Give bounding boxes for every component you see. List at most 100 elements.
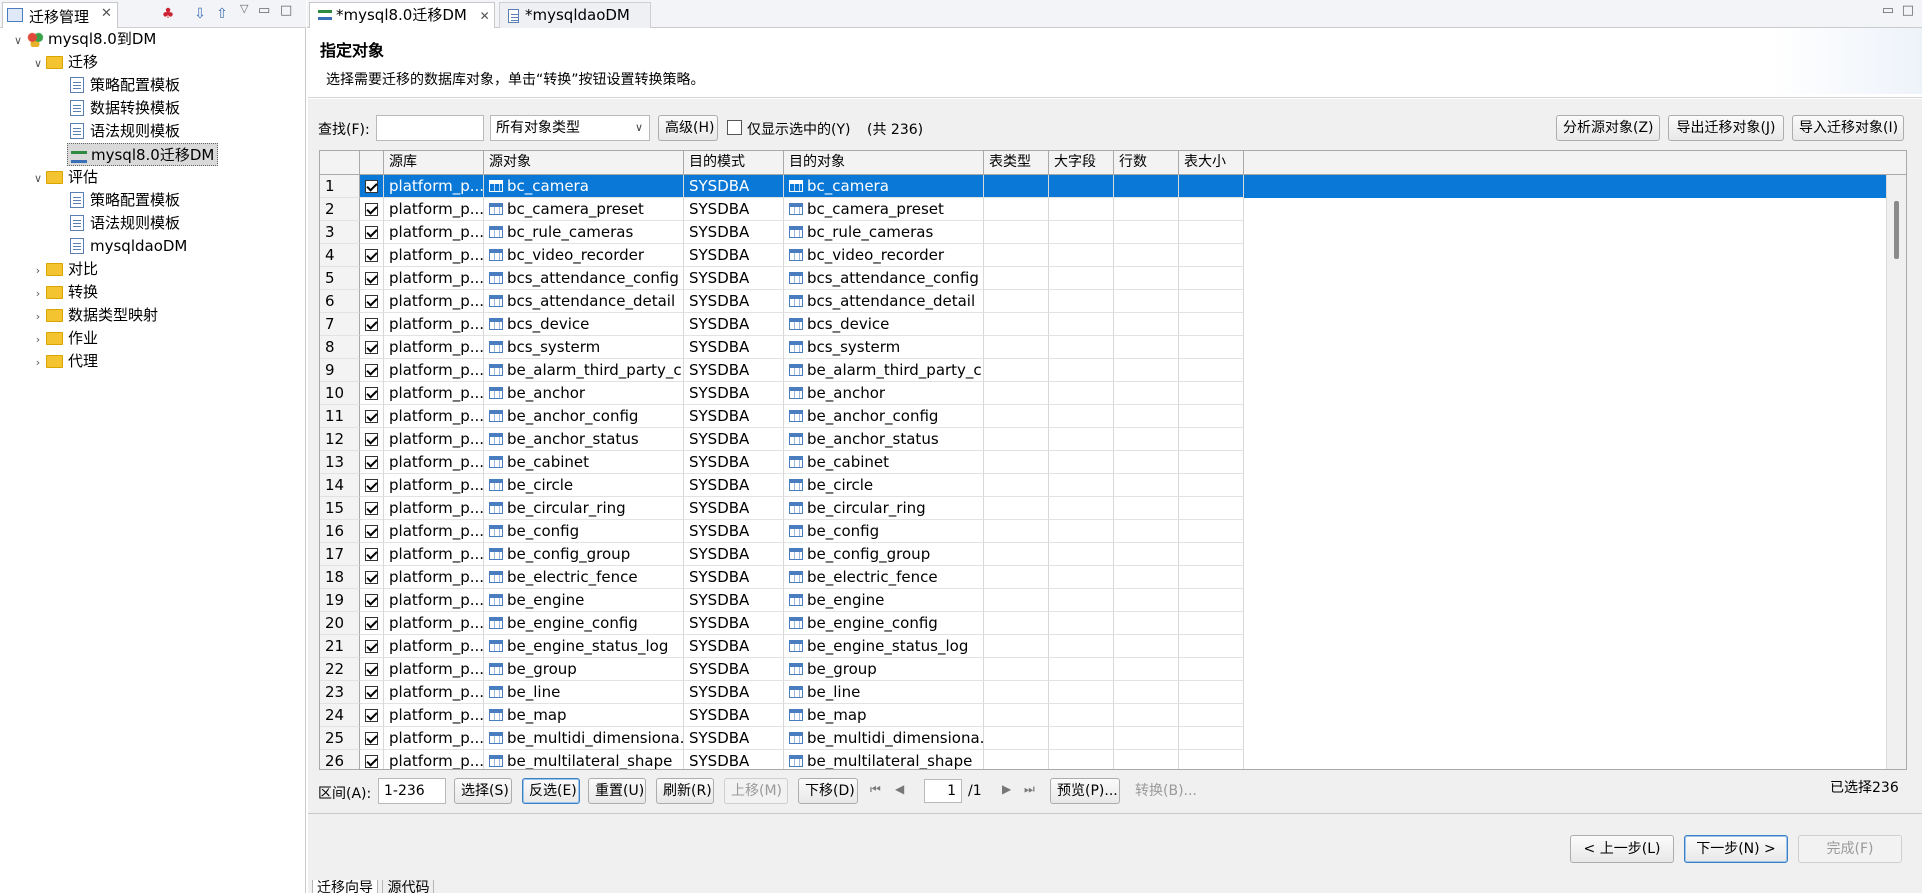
table-row[interactable]: 3 platform_p... bc_rule_cameras SYSDBA bc_ru… <box>320 221 1886 244</box>
checkbox-checked-icon[interactable] <box>365 295 378 308</box>
checkbox-checked-icon[interactable] <box>365 709 378 722</box>
close-icon[interactable]: ✕ <box>480 9 490 23</box>
row-checkbox[interactable] <box>360 658 384 681</box>
checkbox-checked-icon[interactable] <box>365 571 378 584</box>
table-row[interactable]: 26 platform_p... be_multilateral_shape SYSD… <box>320 750 1886 769</box>
row-checkbox[interactable] <box>360 428 384 451</box>
view-menu-icon[interactable]: ▽ <box>240 2 248 15</box>
previous-step-button[interactable]: < 上一步(L) <box>1570 835 1674 863</box>
row-checkbox[interactable] <box>360 681 384 704</box>
checkbox-checked-icon[interactable] <box>365 456 378 469</box>
import-icon[interactable]: ⇩ <box>190 4 210 24</box>
tree-group-agent[interactable]: › 代理 <box>30 350 98 373</box>
table-row[interactable]: 6 platform_p... bcs_attendance_detail SYSDB… <box>320 290 1886 313</box>
tab-migration-wizard[interactable]: 迁移向导 <box>312 880 378 893</box>
checkbox-checked-icon[interactable] <box>365 341 378 354</box>
row-checkbox[interactable] <box>360 175 384 198</box>
checkbox-checked-icon[interactable] <box>365 249 378 262</box>
minimize-icon[interactable]: ▭ <box>1882 3 1894 18</box>
advanced-button[interactable]: 高级(H) <box>658 115 718 141</box>
table-row[interactable]: 9 platform_p... be_alarm_third_party_c... S… <box>320 359 1886 382</box>
column-header-table-size[interactable]: 表大小 <box>1179 151 1244 175</box>
table-row[interactable]: 7 platform_p... bcs_device SYSDBA bcs_device <box>320 313 1886 336</box>
move-up-button[interactable]: 上移(M) <box>724 778 788 804</box>
chevron-right-icon[interactable]: › <box>30 259 46 282</box>
vertical-scrollbar[interactable] <box>1886 175 1906 769</box>
checkbox-checked-icon[interactable] <box>365 686 378 699</box>
tab-source-code[interactable]: 源代码 <box>382 880 435 893</box>
row-checkbox[interactable] <box>360 612 384 635</box>
connect-icon[interactable]: ♣ <box>158 4 178 24</box>
find-input[interactable] <box>376 115 484 141</box>
row-checkbox[interactable] <box>360 543 384 566</box>
checkbox-checked-icon[interactable] <box>365 594 378 607</box>
row-checkbox[interactable] <box>360 589 384 612</box>
tree-root[interactable]: ∨ mysql8.0到DM <box>10 28 156 51</box>
finish-button[interactable]: 完成(F) <box>1798 835 1902 863</box>
row-checkbox[interactable] <box>360 313 384 336</box>
table-row[interactable]: 19 platform_p... be_engine SYSDBA be_engine <box>320 589 1886 612</box>
table-row[interactable]: 24 platform_p... be_map SYSDBA be_map <box>320 704 1886 727</box>
row-checkbox[interactable] <box>360 727 384 750</box>
export-icon[interactable]: ⇧ <box>212 4 232 24</box>
checkbox-checked-icon[interactable] <box>365 755 378 768</box>
row-checkbox[interactable] <box>360 635 384 658</box>
tab-migration-management[interactable]: 迁移管理 ✕ <box>2 2 118 28</box>
tree-group-convert[interactable]: › 转换 <box>30 281 98 304</box>
checkbox-checked-icon[interactable] <box>365 226 378 239</box>
row-checkbox[interactable] <box>360 566 384 589</box>
row-checkbox[interactable] <box>360 198 384 221</box>
close-icon[interactable]: ✕ <box>101 6 112 21</box>
row-checkbox[interactable] <box>360 497 384 520</box>
row-checkbox[interactable] <box>360 290 384 313</box>
table-row[interactable]: 1 platform_p... bc_camera SYSDBA bc_camera <box>320 175 1886 198</box>
export-objects-button[interactable]: 导出迁移对象(J) <box>1668 115 1784 141</box>
only-selected-checkbox[interactable] <box>727 120 742 135</box>
column-header-target-schema[interactable]: 目的模式 <box>684 151 784 175</box>
move-down-button[interactable]: 下移(D) <box>798 778 858 804</box>
scrollbar-thumb[interactable] <box>1894 201 1899 259</box>
table-row[interactable]: 11 platform_p... be_anchor_config SYSDBA be_… <box>320 405 1886 428</box>
tree-item-mysql-migration[interactable]: mysql8.0迁移DM <box>67 143 219 166</box>
checkbox-checked-icon[interactable] <box>365 180 378 193</box>
table-row[interactable]: 10 platform_p... be_anchor SYSDBA be_anchor <box>320 382 1886 405</box>
table-row[interactable]: 22 platform_p... be_group SYSDBA be_group <box>320 658 1886 681</box>
chevron-down-icon[interactable]: ∨ <box>10 29 26 52</box>
maximize-icon[interactable]: □ <box>280 3 292 18</box>
checkbox-checked-icon[interactable] <box>365 410 378 423</box>
first-page-icon[interactable]: ⏮ <box>870 782 881 797</box>
object-type-select[interactable]: 所有对象类型 ∨ <box>490 115 650 141</box>
tab-mysqldaodm[interactable]: *mysqldaoDM <box>499 2 651 28</box>
column-header-source-object[interactable]: 源对象 <box>484 151 684 175</box>
refresh-button[interactable]: 刷新(R) <box>656 778 714 804</box>
table-row[interactable]: 21 platform_p... be_engine_status_log SYSDB… <box>320 635 1886 658</box>
row-checkbox[interactable] <box>360 704 384 727</box>
import-objects-button[interactable]: 导入迁移对象(I) <box>1792 115 1904 141</box>
checkbox-checked-icon[interactable] <box>365 203 378 216</box>
table-row[interactable]: 18 platform_p... be_electric_fence SYSDBA be… <box>320 566 1886 589</box>
tree-item-syntax-template[interactable]: 语法规则模板 <box>70 120 180 143</box>
row-checkbox[interactable] <box>360 382 384 405</box>
minimize-icon[interactable]: ▭ <box>258 3 270 18</box>
tab-mysql-migration[interactable]: *mysql8.0迁移DM ✕ <box>309 2 495 28</box>
reset-button[interactable]: 重置(U) <box>588 778 646 804</box>
checkbox-checked-icon[interactable] <box>365 502 378 515</box>
tree-group-type-mapping[interactable]: › 数据类型映射 <box>30 304 158 327</box>
table-row[interactable]: 4 platform_p... bc_video_recorder SYSDBA bc_… <box>320 244 1886 267</box>
checkbox-checked-icon[interactable] <box>365 272 378 285</box>
tree-item-eval-strategy-template[interactable]: 策略配置模板 <box>70 189 180 212</box>
checkbox-checked-icon[interactable] <box>365 663 378 676</box>
row-checkbox[interactable] <box>360 221 384 244</box>
table-row[interactable]: 14 platform_p... be_circle SYSDBA be_circle <box>320 474 1886 497</box>
convert-button[interactable]: 转换(B)... <box>1128 778 1197 804</box>
checkbox-checked-icon[interactable] <box>365 318 378 331</box>
row-checkbox[interactable] <box>360 244 384 267</box>
table-row[interactable]: 25 platform_p... be_multidi_dimensiona... S… <box>320 727 1886 750</box>
next-page-icon[interactable]: ▶ <box>1002 782 1011 796</box>
row-checkbox[interactable] <box>360 451 384 474</box>
maximize-icon[interactable]: □ <box>1902 3 1914 18</box>
column-header-source-db[interactable]: 源库 <box>384 151 484 175</box>
row-checkbox[interactable] <box>360 359 384 382</box>
table-row[interactable]: 5 platform_p... bcs_attendance_config SYSDB… <box>320 267 1886 290</box>
table-row[interactable]: 20 platform_p... be_engine_config SYSDBA be_… <box>320 612 1886 635</box>
